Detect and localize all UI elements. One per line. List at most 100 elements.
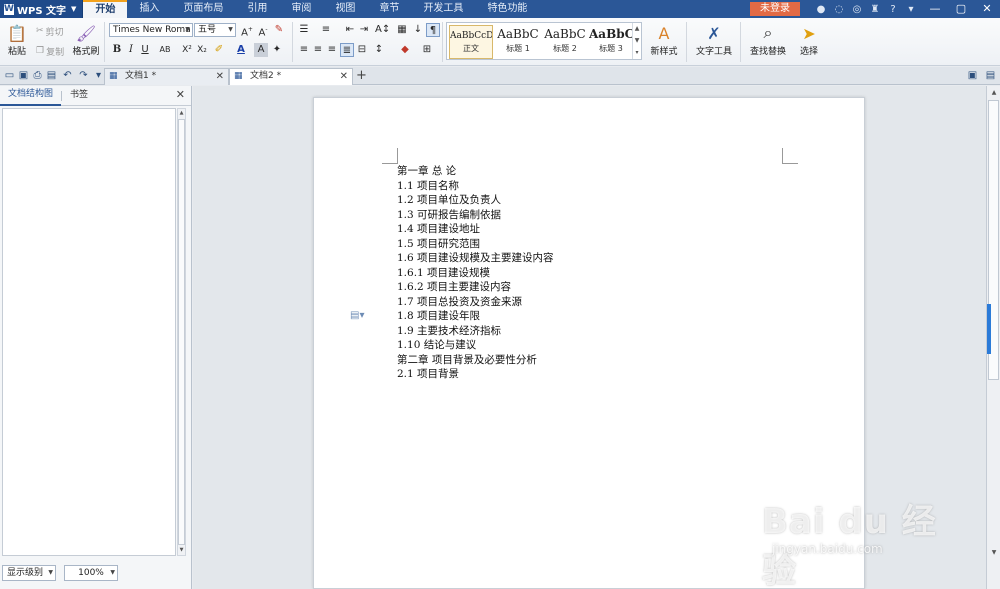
tab-references[interactable]: 引用 (235, 0, 279, 18)
clear-format-icon[interactable]: ✎ (272, 23, 286, 37)
text-direction-icon[interactable]: A↕ (375, 23, 390, 37)
cut-button[interactable]: ✂ 剪切 (36, 24, 64, 38)
tab-insert[interactable]: 插入 (127, 0, 171, 18)
find-replace-button[interactable]: ⌕ 查找替换 (746, 22, 790, 57)
justify-icon[interactable]: ≣ (340, 43, 354, 57)
chat-icon[interactable]: ◌ (832, 4, 846, 15)
maximize-icon[interactable]: ▢ (948, 0, 974, 18)
align-center-icon[interactable]: ≡ (311, 43, 325, 57)
bold-icon[interactable]: B (110, 43, 124, 57)
subscript-icon[interactable]: X₂ (195, 43, 209, 57)
tab-view[interactable]: 视图 (323, 0, 367, 18)
document-text[interactable]: 第一章 总 论 1.1 项目名称 1.2 项目单位及负责人 1.3 可研报告编制… (397, 164, 554, 382)
more-icon[interactable]: ▾ (904, 4, 918, 15)
grow-font-icon[interactable]: A+ (240, 23, 254, 38)
underline-icon[interactable]: U (138, 43, 152, 57)
align-left-icon[interactable]: ≡ (297, 43, 311, 57)
decrease-indent-icon[interactable]: ⇤ (343, 23, 357, 37)
style-heading-1[interactable]: AaBbC 标题 1 (495, 25, 541, 59)
text-tools-button[interactable]: ✗ 文字工具 (692, 22, 736, 58)
help-icon[interactable]: ? (886, 4, 900, 15)
superscript-icon[interactable]: X² (180, 43, 194, 57)
paste-button[interactable]: 📋 粘贴 (4, 22, 30, 58)
sort-icon[interactable]: ↓ (411, 23, 425, 37)
doc-tab-1[interactable]: ▦ 文档1 * ✕ (104, 68, 229, 85)
chevron-down-icon: ▼ (48, 569, 53, 576)
text-line: 1.7 项目总投资及资金来源 (397, 295, 523, 308)
display-level-select[interactable]: 显示级别 ▼ (2, 565, 56, 581)
minimize-icon[interactable]: — (922, 0, 948, 18)
new-tab-icon[interactable]: + (356, 68, 367, 84)
tab-review[interactable]: 审阅 (279, 0, 323, 18)
align-right-icon[interactable]: ≡ (325, 43, 339, 57)
style-heading-3[interactable]: AaBbC 标题 3 (589, 25, 633, 59)
tab-window-icon[interactable]: ▤ (984, 69, 997, 82)
print-icon[interactable]: ⎙ (31, 69, 44, 82)
show-marks-icon[interactable]: ¶ (426, 23, 440, 37)
zoom-select[interactable]: 100% ▼ (64, 565, 118, 581)
close-icon[interactable]: ✕ (216, 69, 224, 84)
close-icon[interactable]: ✕ (340, 69, 348, 84)
borders-icon[interactable]: ⊞ (420, 43, 434, 57)
text-line: 1.8 项目建设年限 (397, 310, 481, 322)
format-painter-button[interactable]: 🖌 格式刷 (72, 22, 100, 58)
scroll-up-icon[interactable]: ▲ (989, 88, 999, 98)
shading-icon[interactable]: ◆ (398, 43, 412, 57)
scroll-thumb[interactable] (178, 119, 185, 545)
increase-indent-icon[interactable]: ⇥ (357, 23, 371, 37)
style-heading-2[interactable]: AaBbC 标题 2 (542, 25, 588, 59)
print-preview-icon[interactable]: ▤ (45, 69, 58, 82)
open-icon[interactable]: ▭ (3, 69, 16, 82)
numbered-list-icon[interactable]: ≡ (319, 23, 333, 37)
close-icon[interactable]: ✕ (974, 0, 1000, 18)
document-map-tree[interactable] (2, 108, 176, 556)
tab-bookmarks[interactable]: 书签 (62, 86, 96, 105)
strikethrough-icon[interactable]: AB (156, 43, 174, 57)
vertical-scrollbar[interactable]: ▲ ▼ (986, 86, 1000, 589)
new-style-button[interactable]: A 新样式 (646, 22, 682, 58)
scroll-down-icon[interactable]: ▼ (178, 546, 185, 555)
login-button[interactable]: 未登录 (750, 2, 800, 16)
redo-icon[interactable]: ↷ (77, 69, 90, 82)
font-name-select[interactable]: Times New Roma ▼ (109, 23, 193, 37)
bullet-list-icon[interactable]: ☰ (297, 23, 311, 37)
app-menu-button[interactable]: W WPS 文字 ▼ (0, 0, 84, 18)
divider (442, 22, 443, 62)
document-page[interactable]: ▤▾ 第一章 总 论 1.1 项目名称 1.2 项目单位及负责人 1.3 可研报… (313, 97, 865, 589)
italic-icon[interactable]: I (124, 43, 138, 57)
play-icon[interactable]: ● (814, 4, 828, 15)
nav-scrollbar[interactable]: ▲ ▼ (177, 108, 186, 556)
style-normal[interactable]: AaBbCcDc 正文 (449, 25, 493, 59)
char-shading-icon[interactable]: A (254, 43, 268, 57)
close-icon[interactable]: ✕ (176, 88, 185, 101)
tab-home[interactable]: 开始 (83, 0, 128, 18)
distribute-icon[interactable]: ⊟ (355, 43, 369, 57)
line-spacing-icon[interactable]: ↕ (372, 43, 386, 57)
shrink-font-icon[interactable]: A- (256, 23, 270, 38)
title-right-controls: 未登录 ● ◌ ◎ ♜ ? ▾ — ▢ ✕ (750, 0, 1000, 18)
select-button[interactable]: ➤ 选择 (794, 22, 824, 58)
tab-page-layout[interactable]: 页面布局 (171, 0, 235, 18)
tab-document-map[interactable]: 文档结构图 (0, 85, 62, 106)
styles-scroll[interactable]: ▲ ▼ ▾ (632, 23, 641, 59)
tab-developer[interactable]: 开发工具 (411, 0, 475, 18)
skin-icon[interactable]: ♜ (868, 4, 882, 15)
undo-icon[interactable]: ↶ (61, 69, 74, 82)
tab-chapter[interactable]: 章节 (367, 0, 411, 18)
save-icon[interactable]: ▣ (17, 69, 30, 82)
table-icon[interactable]: ▦ (395, 23, 409, 37)
scroll-up-icon[interactable]: ▲ (178, 109, 185, 118)
share-icon[interactable]: ◎ (850, 4, 864, 15)
scroll-down-icon[interactable]: ▼ (989, 548, 999, 558)
paragraph-handle-icon[interactable]: ▤▾ (350, 310, 364, 321)
doc-tab-2[interactable]: ▦ 文档2 * ✕ (229, 68, 353, 85)
font-size-select[interactable]: 五号 ▼ (194, 23, 236, 37)
tab-list-icon[interactable]: ▣ (966, 69, 979, 82)
highlight-icon[interactable]: ✐ (212, 43, 226, 57)
font-color-icon[interactable]: A (234, 43, 248, 57)
display-level-value: 显示级别 (7, 568, 44, 578)
copy-label: 复制 (46, 47, 65, 58)
copy-button[interactable]: ❐ 复制 (36, 44, 64, 58)
char-border-icon[interactable]: ✦ (270, 43, 284, 57)
tab-features[interactable]: 特色功能 (475, 0, 539, 18)
